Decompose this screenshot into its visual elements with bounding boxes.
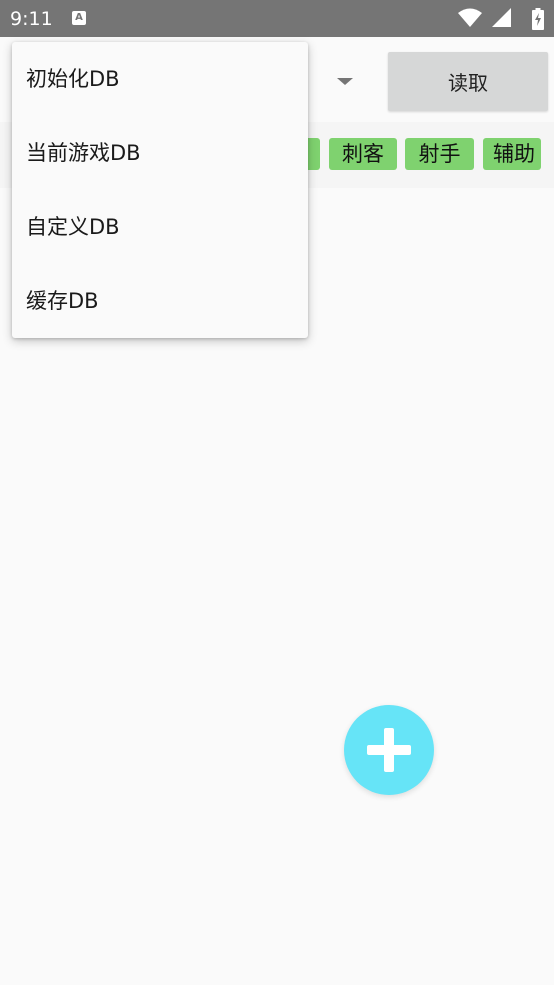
menu-item-current-game-db[interactable]: 当前游戏DB [12,116,308,190]
tag-marksman[interactable]: 射手 [405,138,474,170]
battery-icon [532,8,544,30]
add-button[interactable] [344,705,434,795]
tag-assassin[interactable]: 刺客 [329,138,397,170]
status-time: 9:11 [10,8,53,30]
menu-item-init-db[interactable]: 初始化DB [12,42,308,116]
wifi-icon [458,8,482,27]
menu-item-cache-db[interactable]: 缓存DB [12,264,308,338]
tag-support[interactable]: 辅助 [483,138,541,170]
plus-icon [367,728,411,772]
a-icon: A [72,11,86,25]
signal-icon [492,8,511,27]
db-dropdown-menu: 初始化DB 当前游戏DB 自定义DB 缓存DB [12,42,308,338]
read-button[interactable]: 读取 [388,52,548,111]
status-bar: 9:11 A [0,0,554,37]
menu-item-custom-db[interactable]: 自定义DB [12,190,308,264]
spinner-dropdown-arrow[interactable] [337,78,353,85]
